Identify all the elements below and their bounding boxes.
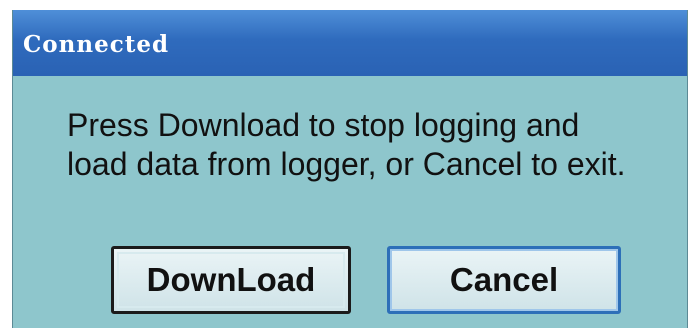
dialog-title: Connected (23, 31, 170, 58)
download-button[interactable]: DownLoad (111, 246, 351, 314)
dialog-message: Press Download to stop logging and load … (67, 107, 626, 182)
cancel-button-label: Cancel (449, 261, 559, 298)
dialog-titlebar[interactable]: Connected (13, 10, 687, 76)
download-button-label: DownLoad (146, 261, 316, 298)
cancel-button[interactable]: Cancel (387, 246, 621, 314)
connected-dialog: Connected Press Download to stop logging… (12, 10, 688, 328)
